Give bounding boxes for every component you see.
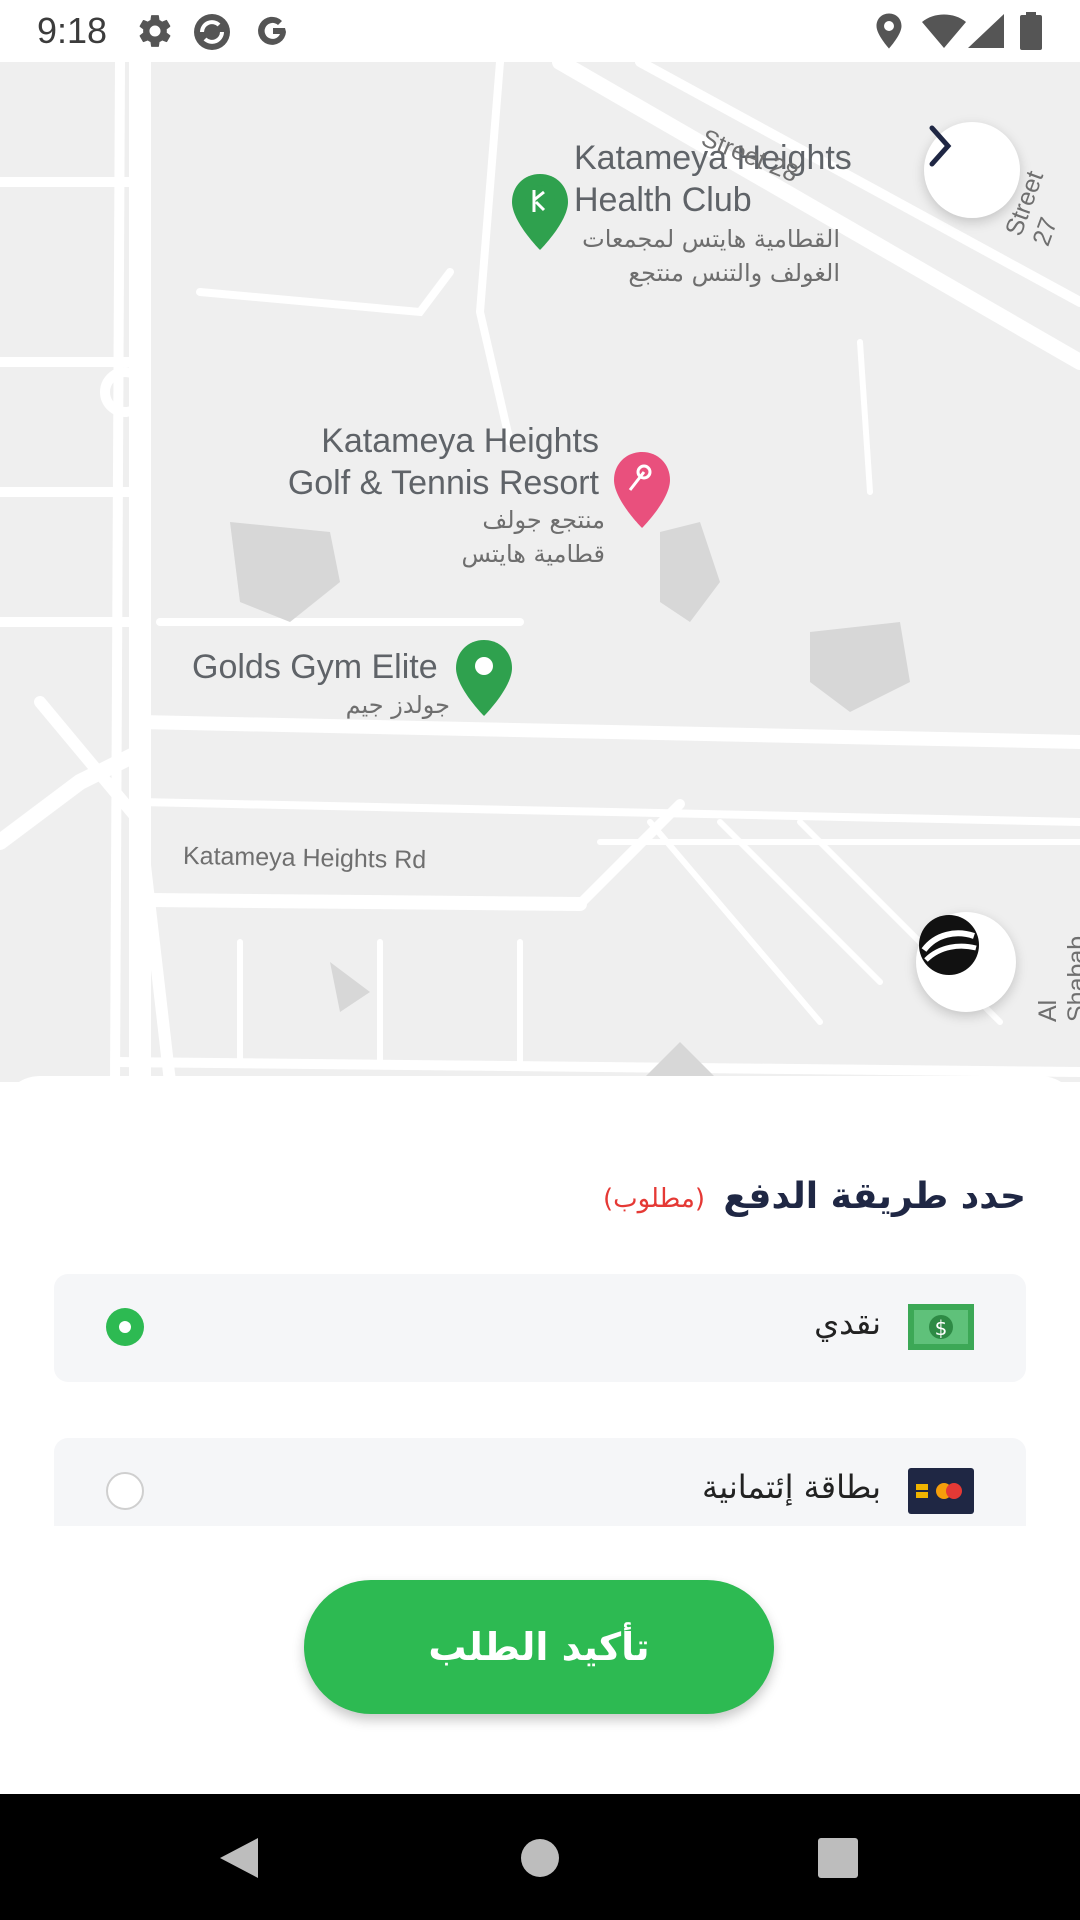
home-nav-icon[interactable]	[520, 1838, 560, 1882]
cash-icon: $	[908, 1304, 974, 1350]
brand-logo-button[interactable]	[916, 912, 1016, 1012]
navigation-bar	[0, 1794, 1080, 1920]
svg-text:$: $	[935, 1316, 948, 1340]
poi-name-ar-health-club: القطامية هايتس لمجمعات الغولف والتنس منت…	[582, 225, 840, 287]
back-nav-icon[interactable]	[218, 1836, 260, 1884]
battery-icon	[1020, 12, 1042, 54]
payment-option-credit-card[interactable]: بطاقة إئتمانية	[54, 1438, 1026, 1526]
status-time: 9:18	[37, 10, 108, 51]
google-icon	[254, 12, 292, 54]
sync-icon	[192, 12, 232, 56]
credit-card-icon	[908, 1468, 974, 1514]
map[interactable]: Katameya Heights Health Club القطامية ها…	[0, 62, 1080, 1082]
poi-name-line2: Health Club	[574, 181, 752, 219]
poi-name-line1: Katameya Heights	[321, 422, 599, 460]
signal-icon	[968, 14, 1004, 52]
road-label-al-shabab: Al Shabab	[1034, 935, 1080, 1022]
confirm-order-button[interactable]: تأكيد الطلب	[304, 1580, 774, 1714]
poi-name-line2: Golf & Tennis Resort	[287, 464, 599, 502]
location-icon	[874, 12, 904, 54]
status-bar: 9:18	[0, 0, 1080, 62]
brand-logo-icon	[919, 915, 979, 975]
payment-option-label: نقدي	[814, 1304, 881, 1342]
required-label: (مطلوب)	[603, 1184, 706, 1214]
radio-credit-card[interactable]	[106, 1472, 144, 1510]
next-arrow-button[interactable]	[924, 122, 1020, 218]
poi-name-golds-gym[interactable]: Golds Gym Elite	[192, 646, 438, 688]
recents-nav-icon[interactable]	[818, 1838, 858, 1882]
road-label-katameya-heights-rd: Katameya Heights Rd	[182, 841, 427, 875]
poi-name-golf-resort[interactable]: Katameya Heights Golf & Tennis Resort	[272, 420, 599, 504]
payment-option-cash[interactable]: نقدي $	[54, 1274, 1026, 1382]
poi-name-ar-golf-resort: منتجع جولف قطامية هايتس	[461, 506, 605, 568]
payment-option-label: بطاقة إئتمانية	[702, 1468, 881, 1506]
radio-cash[interactable]	[106, 1308, 144, 1346]
gear-icon	[136, 12, 174, 54]
wifi-icon	[922, 14, 966, 52]
chevron-right-icon	[929, 125, 952, 167]
poi-name-ar-golds-gym: جولدز جيم	[345, 691, 450, 719]
payment-method-title: حدد طريقة الدفع	[723, 1176, 1026, 1217]
